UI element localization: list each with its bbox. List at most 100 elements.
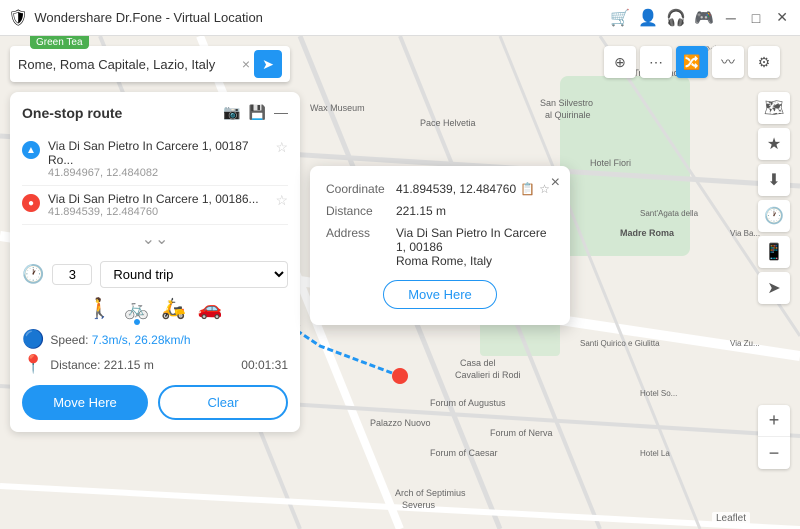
right-side-tools: 🗺 ★ ⬇ 🕐 📱 ➤ — [758, 92, 790, 304]
search-box: × ➤ — [10, 46, 290, 82]
titlebar: 🛡 Wondershare Dr.Fone - Virtual Location… — [0, 0, 800, 36]
popup-move-button[interactable]: Move Here — [383, 280, 497, 309]
copy-icon[interactable]: 📋 — [520, 182, 535, 196]
scooter-icon[interactable]: 🛵 — [161, 296, 186, 321]
svg-text:Severus: Severus — [402, 500, 436, 510]
svg-text:Santi Quirico e Giulitta: Santi Quirico e Giulitta — [580, 339, 660, 348]
coordinate-value: 41.894539, 12.484760 📋 ☆ — [396, 182, 554, 196]
coordinate-row: Coordinate 41.894539, 12.484760 📋 ☆ — [326, 182, 554, 196]
svg-text:Wax Museum: Wax Museum — [310, 103, 365, 113]
route-address-2: Via Di San Pietro In Carcere 1, 00186... — [48, 192, 267, 206]
app-title: Wondershare Dr.Fone - Virtual Location — [34, 10, 610, 25]
google-maps-btn[interactable]: 🗺 — [758, 92, 790, 124]
headset-icon[interactable]: 🎧 — [666, 8, 686, 28]
sidebar-header: One-stop route 📷 💾 — — [22, 104, 288, 121]
star-coord-icon[interactable]: ☆ — [539, 182, 550, 196]
collapse-icon[interactable]: — — [274, 104, 288, 121]
history-btn[interactable]: 🕐 — [758, 200, 790, 232]
user-icon[interactable]: 👤 — [638, 8, 658, 28]
save-route-icon[interactable]: 💾 — [249, 104, 266, 121]
time-value: 00:01:31 — [241, 358, 288, 372]
speed-text: Speed: 7.3m/s, 26.28km/h — [50, 333, 190, 347]
toolbar-settings-btn[interactable]: ⚙ — [748, 46, 780, 78]
sidebar-header-icons: 📷 💾 — — [223, 104, 288, 121]
svg-text:Forum of Nerva: Forum of Nerva — [490, 428, 553, 438]
popup-close-button[interactable]: × — [551, 174, 560, 192]
toolbar-teleport-btn[interactable]: ⊕ — [604, 46, 636, 78]
zoom-out-button[interactable]: − — [758, 437, 790, 469]
svg-text:Arch of Septimius: Arch of Septimius — [395, 488, 466, 498]
pin-icon: 📍 — [22, 354, 44, 375]
move-here-button[interactable]: Move Here — [22, 385, 148, 420]
svg-text:Hotel Fiori: Hotel Fiori — [590, 158, 631, 168]
distance-value: 221.15 m — [104, 358, 154, 372]
zoom-controls: + − — [758, 405, 790, 469]
game-icon[interactable]: 🎮 — [694, 8, 714, 28]
clock-icon: 🕐 — [22, 264, 44, 285]
route-title: One-stop route — [22, 105, 223, 121]
distance-text: Distance: 221.15 m — [50, 358, 235, 372]
distance-row: 📍 Distance: 221.15 m 00:01:31 — [22, 354, 288, 375]
clear-search-icon[interactable]: × — [242, 56, 250, 72]
screenshot-icon[interactable]: 📷 — [223, 104, 240, 121]
maximize-btn[interactable]: □ — [748, 10, 764, 26]
route-coords-2: 41.894539, 12.484760 — [48, 206, 267, 218]
map-area: Wax Museum Pace Helvetia San Silvestro a… — [0, 36, 800, 529]
walk-icon[interactable]: 🚶 — [87, 296, 112, 321]
route-address-1: Via Di San Pietro In Carcere 1, 00187 Ro… — [48, 139, 267, 167]
route-text-2: Via Di San Pietro In Carcere 1, 00186...… — [48, 192, 267, 218]
distance-popup-value: 221.15 m — [396, 204, 554, 218]
svg-text:Pace Helvetia: Pace Helvetia — [420, 118, 476, 128]
location-arrow-btn[interactable]: ➤ — [758, 272, 790, 304]
green-tea-badge: Green Tea — [30, 36, 89, 49]
go-button[interactable]: ➤ — [254, 50, 282, 78]
expand-button[interactable]: ⌄⌄ — [22, 225, 288, 253]
shop-icon[interactable]: 🛒 — [610, 8, 630, 28]
toolbar-route-btn[interactable]: 🔀 — [676, 46, 708, 78]
distance-popup-row: Distance 221.15 m — [326, 204, 554, 218]
route-text-1: Via Di San Pietro In Carcere 1, 00187 Ro… — [48, 139, 267, 179]
svg-text:Cavalieri di Rodi: Cavalieri di Rodi — [455, 370, 521, 380]
top-toolbar: × ➤ ⊕ ⋯ 🔀 〰 ⚙ — [10, 46, 790, 82]
download-btn[interactable]: ⬇ — [758, 164, 790, 196]
route-star-1[interactable]: ☆ — [275, 139, 288, 156]
svg-text:Via Ba...: Via Ba... — [730, 229, 760, 238]
route-star-2[interactable]: ☆ — [275, 192, 288, 209]
svg-text:Madre Roma: Madre Roma — [620, 228, 675, 238]
trip-count-input[interactable] — [52, 264, 92, 285]
minimize-btn[interactable]: ─ — [722, 10, 740, 26]
svg-text:Casa del: Casa del — [460, 358, 496, 368]
sidebar-panel: One-stop route 📷 💾 — ▲ Via Di San Pietro… — [10, 92, 300, 432]
zoom-in-button[interactable]: + — [758, 405, 790, 437]
distance-popup-label: Distance — [326, 204, 396, 218]
favorite-btn[interactable]: ★ — [758, 128, 790, 160]
coordinate-label: Coordinate — [326, 182, 396, 196]
address-popup-label: Address — [326, 226, 396, 268]
clear-button[interactable]: Clear — [158, 385, 288, 420]
svg-text:Sant'Agata della: Sant'Agata della — [640, 209, 699, 218]
trip-type-select[interactable]: Round trip One way Infinite loop — [100, 261, 288, 288]
toolbar-multi-btn[interactable]: ⋯ — [640, 46, 672, 78]
title-controls: 🛒 👤 🎧 🎮 ─ □ ✕ — [610, 8, 792, 28]
address-popup-row: Address Via Di San Pietro In Carcere 1, … — [326, 226, 554, 268]
address-popup-value: Via Di San Pietro In Carcere 1, 00186Rom… — [396, 226, 554, 268]
svg-text:Forum of Augustus: Forum of Augustus — [430, 398, 506, 408]
svg-text:Forum of Caesar: Forum of Caesar — [430, 448, 498, 458]
toolbar-path-btn[interactable]: 〰 — [712, 46, 744, 78]
search-input[interactable] — [18, 57, 242, 72]
route-dot-2: ● — [22, 194, 40, 212]
close-btn[interactable]: ✕ — [772, 9, 792, 26]
transport-icons: 🚶 🚲 🛵 🚗 — [22, 296, 288, 321]
car-icon[interactable]: 🚗 — [198, 296, 223, 321]
device-btn[interactable]: 📱 — [758, 236, 790, 268]
route-coords-1: 41.894967, 12.484082 — [48, 167, 267, 179]
svg-text:Hotel So...: Hotel So... — [640, 389, 677, 398]
route-item-2: ● Via Di San Pietro In Carcere 1, 00186.… — [22, 186, 288, 225]
svg-text:Via Zu...: Via Zu... — [730, 339, 760, 348]
svg-text:Hotel La: Hotel La — [640, 449, 670, 458]
speedometer-icon: 🔵 — [22, 329, 44, 350]
action-buttons: Move Here Clear — [22, 385, 288, 420]
info-popup: × Coordinate 41.894539, 12.484760 📋 ☆ Di… — [310, 166, 570, 325]
route-dot-1: ▲ — [22, 141, 40, 159]
bike-icon[interactable]: 🚲 — [124, 296, 149, 321]
